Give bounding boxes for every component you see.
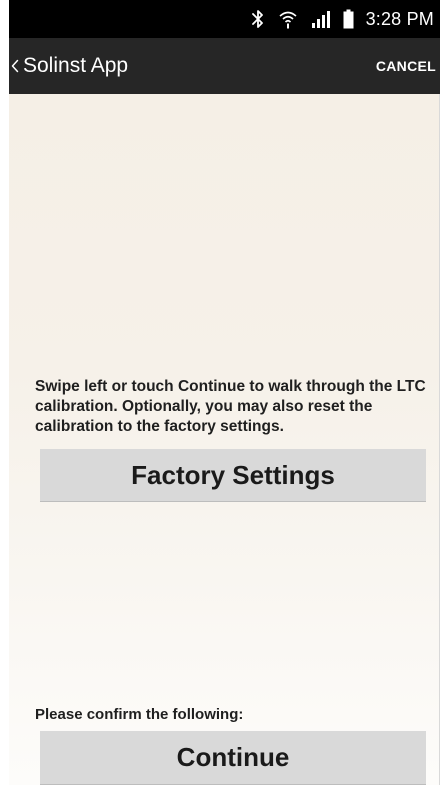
instructions-text: Swipe left or touch Continue to walk thr… — [35, 378, 426, 435]
action-bar: Solinst App CANCEL — [9, 38, 440, 94]
app-title: Solinst App — [23, 54, 129, 77]
screen: 3:28 PM Solinst App CANCEL Swipe left or… — [0, 0, 440, 785]
status-bar: 3:28 PM — [9, 0, 440, 38]
content-area: Swipe left or touch Continue to walk thr… — [9, 94, 440, 785]
wifi-icon — [277, 7, 299, 31]
battery-icon — [343, 7, 354, 31]
back-button[interactable]: Solinst App — [9, 38, 128, 94]
bluetooth-icon — [251, 7, 265, 31]
continue-button[interactable]: Continue — [40, 731, 426, 785]
factory-settings-button[interactable]: Factory Settings — [40, 449, 426, 502]
signal-icon — [311, 7, 331, 31]
status-time: 3:28 PM — [365, 8, 434, 29]
chevron-left-icon — [11, 59, 19, 73]
cancel-button[interactable]: CANCEL — [376, 38, 436, 94]
confirm-prompt: Please confirm the following: — [35, 706, 244, 723]
